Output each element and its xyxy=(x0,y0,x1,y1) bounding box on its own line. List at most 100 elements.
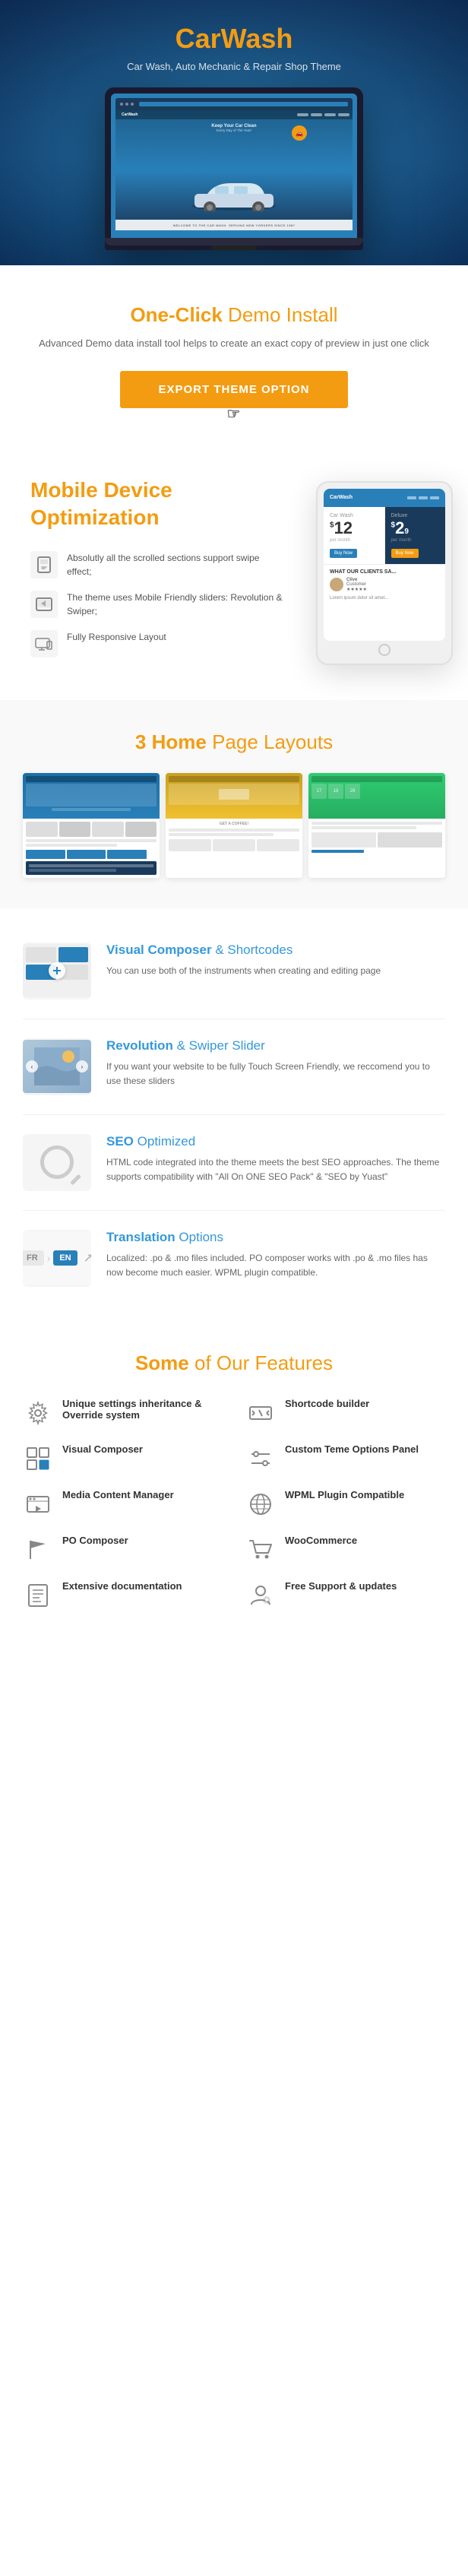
vc-desc: You can use both of the instruments when… xyxy=(106,964,445,978)
grid-feature-po: PO Composer xyxy=(23,1535,223,1565)
tablet-buy-btn-2[interactable]: Buy Now xyxy=(391,549,419,558)
some-features-section: Some of Our Features Unique settings inh… xyxy=(0,1321,468,1641)
woo-title: WooCommerce xyxy=(285,1535,445,1546)
support-svg xyxy=(248,1583,273,1608)
seo-desc: HTML code integrated into the theme meet… xyxy=(106,1155,445,1184)
logo-part1: Car xyxy=(176,23,221,54)
shortcode-svg xyxy=(248,1401,273,1425)
magnifier-container xyxy=(40,1145,74,1179)
tablet-home-button[interactable] xyxy=(378,644,391,656)
screen-dot-1 xyxy=(120,103,123,106)
vc-title-highlight: Visual Composer xyxy=(106,943,212,957)
features-grid: Unique settings inheritance & Override s… xyxy=(23,1398,445,1611)
layouts-num: 3 Home xyxy=(135,730,207,753)
vc-expand-icon xyxy=(49,962,65,979)
hero-tagline: Car Wash, Auto Mechanic & Repair Shop Th… xyxy=(15,61,453,72)
price-value-1: $12 xyxy=(330,520,378,537)
lang-arrow: › xyxy=(47,1252,51,1264)
layouts-text: Page Layouts xyxy=(212,730,333,753)
vc-cell-1 xyxy=(26,947,56,962)
slider-arrow-right[interactable]: › xyxy=(76,1060,88,1073)
po-title: PO Composer xyxy=(62,1535,223,1546)
media-text: Media Content Manager xyxy=(62,1489,223,1502)
brand-logo: CarWash xyxy=(15,23,453,55)
logo-part2: Wash xyxy=(221,23,293,54)
mobile-feature-text-2: The theme uses Mobile Friendly sliders: … xyxy=(67,591,286,618)
shortcode-icon xyxy=(245,1398,276,1428)
slider-icon-box: ‹ › xyxy=(23,1038,91,1095)
layouts-section: 3 Home Page Layouts xyxy=(0,700,468,908)
unique-settings-text: Unique settings inheritance & Override s… xyxy=(62,1398,223,1422)
swipe-icon xyxy=(30,551,58,578)
one-click-title: One-Click Demo Install xyxy=(30,303,438,327)
vc-title: Visual Composer & Shortcodes xyxy=(106,943,445,958)
slider-arrow-left[interactable]: ‹ xyxy=(26,1060,38,1073)
price-label-1: Car Wash xyxy=(330,513,378,518)
woo-text: WooCommerce xyxy=(285,1535,445,1548)
wpml-svg xyxy=(248,1492,273,1516)
translation-title-normal: Options xyxy=(179,1230,223,1244)
grid-feature-media: Media Content Manager xyxy=(23,1489,223,1519)
layout-thumb-hero-1 xyxy=(23,773,160,819)
layout-thumb-body-2: Get a Coffee! xyxy=(166,819,302,854)
screen-nav: CarWash xyxy=(115,110,353,119)
layout-thumb-body-1 xyxy=(23,819,160,878)
slider-title-normal: & Swiper Slider xyxy=(177,1038,265,1053)
flag-svg xyxy=(26,1538,50,1562)
seo-title-highlight: SEO xyxy=(106,1134,134,1149)
some-title-rest: of Our Features xyxy=(194,1351,333,1374)
grid-feature-shortcode: Shortcode builder xyxy=(245,1398,445,1428)
vc-grid-text: Visual Composer xyxy=(62,1443,223,1456)
layouts-title: 3 Home Page Layouts xyxy=(15,730,453,754)
mobile-highlight: Mobile xyxy=(30,478,98,502)
docs-title: Extensive documentation xyxy=(62,1580,223,1592)
vc-svg xyxy=(26,1446,50,1471)
options-svg xyxy=(248,1446,273,1471)
logo-container: CarWash xyxy=(15,23,453,55)
translation-mockup: FR › EN ↗ xyxy=(23,1231,91,1285)
vc-mockup xyxy=(23,944,91,997)
slider-svg xyxy=(35,595,53,613)
laptop-mockup: CarWash Keep Your Car Clean Every Day of… xyxy=(105,87,363,250)
seo-icon-container xyxy=(30,1139,84,1185)
features-section: Visual Composer & Shortcodes You can use… xyxy=(0,908,468,1321)
screen-subtitle: Every Day of The Year! xyxy=(211,128,256,132)
tablet-home-button-area xyxy=(324,641,445,657)
client-quote: Lorem ipsum dolor sit amet... xyxy=(330,595,439,601)
shortcode-text: Shortcode builder xyxy=(285,1398,445,1411)
layout-thumb-2: Get a Coffee! xyxy=(166,773,302,878)
screen-bottom-bar: WELCOME TO THE CAR WASH. SERVING NEW YOR… xyxy=(115,220,353,230)
swipe-svg xyxy=(35,556,53,574)
screen-dot-2 xyxy=(125,103,128,106)
mobile-section: Mobile Device Optimization Absolutly all… xyxy=(0,431,468,700)
grid-feature-unique-settings: Unique settings inheritance & Override s… xyxy=(23,1398,223,1428)
price-value-2: $29 xyxy=(391,520,440,537)
layouts-grid: Get a Coffee! 17 18 29 xyxy=(15,773,453,878)
tablet-buy-btn[interactable]: Buy Now xyxy=(330,549,357,558)
grid-feature-vc: Visual Composer xyxy=(23,1443,223,1474)
screen-bottom-text: WELCOME TO THE CAR WASH. SERVING NEW YOR… xyxy=(173,223,296,227)
doc-svg xyxy=(26,1583,50,1608)
mobile-left: Mobile Device Optimization Absolutly all… xyxy=(15,477,286,670)
cart-svg xyxy=(248,1538,273,1562)
mobile-feature-text-3: Fully Responsive Layout xyxy=(67,630,166,644)
yellow-circle: 🚗 xyxy=(292,125,307,141)
layout-thumb-body-3 xyxy=(308,819,445,856)
thumb-cars-1 xyxy=(26,822,157,837)
documentation-icon xyxy=(23,1580,53,1611)
grid-feature-custom-options: Custom Teme Options Panel xyxy=(245,1443,445,1474)
layout-thumb-hero-3: 17 18 29 xyxy=(308,773,445,819)
vc-cell-2 xyxy=(58,947,89,962)
settings-icon xyxy=(23,1398,53,1428)
export-theme-button[interactable]: EXPORT THEME OPTION xyxy=(120,371,347,408)
vc-icon-box xyxy=(23,943,91,1000)
support-text: Free Support & updates xyxy=(285,1580,445,1593)
wpml-icon xyxy=(245,1489,276,1519)
media-svg xyxy=(26,1492,50,1516)
cursor-arrow: ↗ xyxy=(84,1250,91,1266)
vc-content: Visual Composer & Shortcodes You can use… xyxy=(106,943,445,978)
slider-title-highlight: Revolution xyxy=(106,1038,173,1053)
media-icon xyxy=(23,1489,53,1519)
some-title-normal: Some xyxy=(135,1351,189,1374)
expand-svg xyxy=(52,965,62,976)
